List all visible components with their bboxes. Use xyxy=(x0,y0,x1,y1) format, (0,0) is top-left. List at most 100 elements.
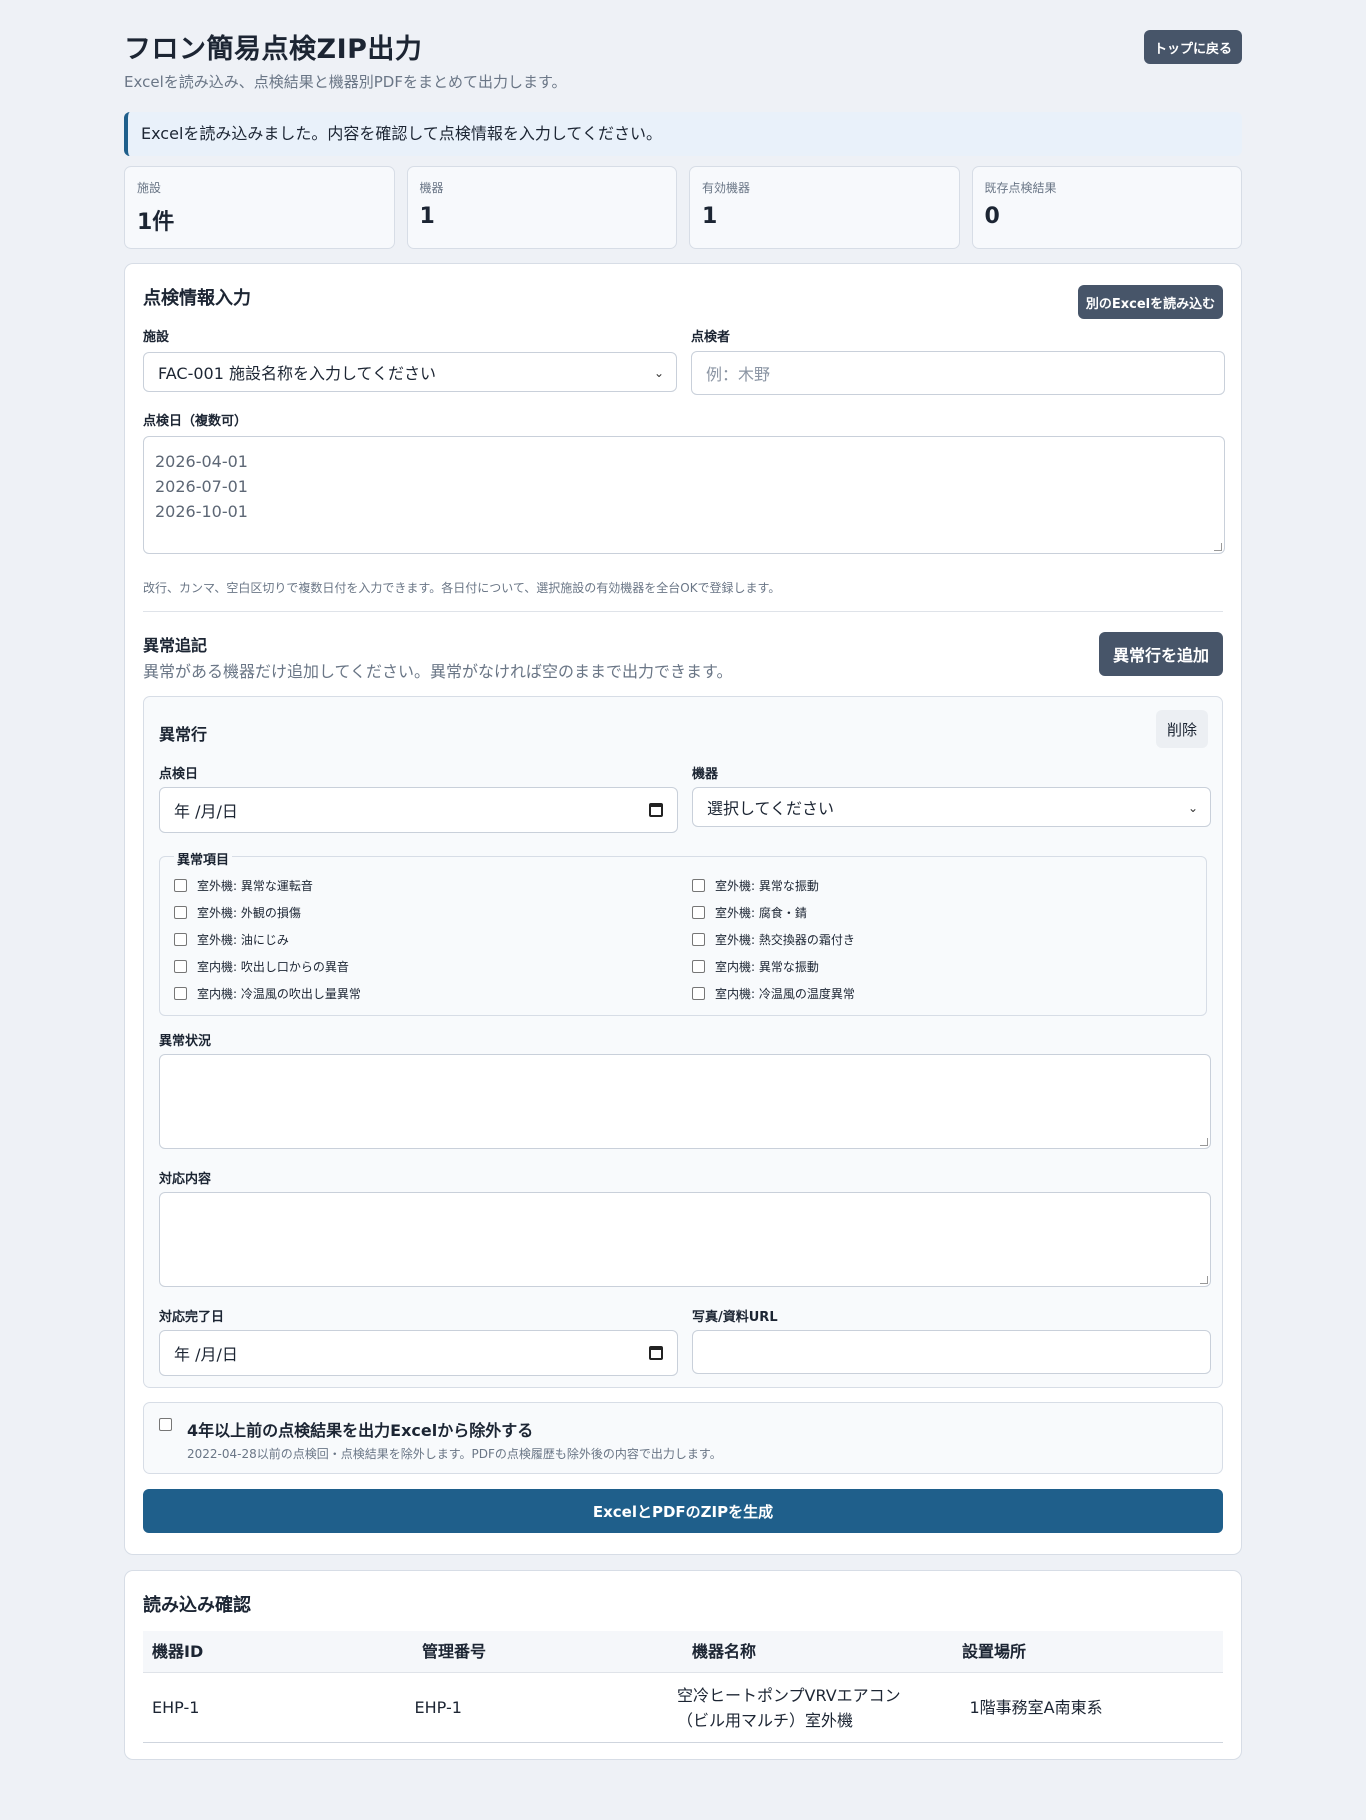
checkbox[interactable] xyxy=(692,960,705,973)
checkbox[interactable] xyxy=(174,906,187,919)
anomaly-status-label: 異常状況 xyxy=(159,1034,212,1049)
stats-row: 施設 1件 機器 1 有効機器 1 既存点検結果 0 xyxy=(124,166,1242,249)
table-cell: 1階事務室A南東系 xyxy=(969,1698,1103,1717)
table-row: EHP-1 EHP-1 空冷ヒートポンプVRVエアコン（ビル用マルチ）室外機 1… xyxy=(143,1673,1223,1743)
devices-table: 機器ID 管理番号 機器名称 設置場所 EHP-1 EHP-1 空冷ヒートポンプ… xyxy=(143,1631,1223,1743)
back-to-top-button[interactable]: トップに戻る xyxy=(1144,30,1242,64)
checkbox[interactable] xyxy=(174,933,187,946)
anomaly-status-textarea[interactable] xyxy=(159,1054,1211,1149)
checkbox[interactable] xyxy=(174,987,187,1000)
checkbox[interactable] xyxy=(692,933,705,946)
anomaly-item-checkbox[interactable]: 室内機: 冷温風の吹出し量異常 xyxy=(174,985,361,1002)
table-cell: EHP-1 xyxy=(152,1698,200,1717)
device-select-value: 選択してください xyxy=(707,799,835,818)
checkbox[interactable] xyxy=(174,960,187,973)
completion-date-label: 対応完了日 xyxy=(159,1310,225,1325)
date-line: 2026-04-01 xyxy=(155,452,248,471)
load-confirm-panel: 読み込み確認 機器ID 管理番号 機器名称 設置場所 EHP-1 EHP-1 空… xyxy=(124,1570,1242,1760)
stat-card-existing-results: 既存点検結果 0 xyxy=(971,166,1242,249)
resize-handle-icon[interactable] xyxy=(1214,543,1222,551)
page-header: フロン簡易点検ZIP出力 Excelを読み込み、点検結果と機器別PDFをまとめて… xyxy=(124,0,1242,112)
exclude-option-desc: 2022-04-28以前の点検回・点検結果を除外します。PDFの点検履歴も除外後… xyxy=(187,1447,722,1461)
facility-select-value: FAC-001 施設名称を入力してください xyxy=(158,364,437,383)
anomaly-item-label: 室外機: 異常な振動 xyxy=(715,879,819,893)
column-header: 機器ID xyxy=(152,1642,204,1661)
anomaly-item-label: 室外機: 腐食・錆 xyxy=(715,906,807,920)
anomaly-date-label: 点検日 xyxy=(159,767,199,782)
anomaly-row-card: 異常行 削除 点検日 年 /月/日 機器 選択してください ⌄ 異常項目 室外機… xyxy=(143,696,1223,1388)
page-subtitle: Excelを読み込み、点検結果と機器別PDFをまとめて出力します。 xyxy=(124,73,567,91)
anomaly-row-title: 異常行 xyxy=(159,725,208,744)
date-line: 2026-10-01 xyxy=(155,502,248,521)
date-line: 2026-07-01 xyxy=(155,477,248,496)
form-title: 点検情報入力 xyxy=(143,288,251,309)
anomaly-date-value: 年 /月/日 xyxy=(174,802,238,821)
stat-value: 1 xyxy=(419,204,435,229)
delete-anomaly-row-button[interactable]: 削除 xyxy=(1156,710,1208,748)
facility-select[interactable]: FAC-001 施設名称を入力してください ⌄ xyxy=(143,352,677,392)
anomaly-date-input[interactable]: 年 /月/日 xyxy=(159,787,678,833)
generate-zip-button[interactable]: ExcelとPDFのZIPを生成 xyxy=(143,1489,1223,1533)
chevron-down-icon: ⌄ xyxy=(1187,801,1198,815)
resize-handle-icon[interactable] xyxy=(1200,1138,1208,1146)
calendar-icon[interactable] xyxy=(649,1346,663,1360)
anomaly-item-label: 室内機: 冷温風の吹出し量異常 xyxy=(197,987,361,1001)
reload-excel-button[interactable]: 別のExcelを読み込む xyxy=(1078,285,1223,319)
photo-url-label: 写真/資料URL xyxy=(692,1310,778,1325)
anomaly-item-checkbox[interactable]: 室内機: 吹出し口からの異音 xyxy=(174,958,349,975)
calendar-icon[interactable] xyxy=(649,803,663,817)
page-container: フロン簡易点検ZIP出力 Excelを読み込み、点検結果と機器別PDFをまとめて… xyxy=(124,0,1242,1760)
stat-value: 1 xyxy=(702,204,718,229)
anomaly-item-checkbox[interactable]: 室外機: 異常な運転音 xyxy=(174,877,313,894)
anomaly-item-checkbox[interactable]: 室外機: 熱交換器の霜付き xyxy=(692,931,855,948)
exclude-old-results-checkbox[interactable] xyxy=(159,1418,172,1431)
checkbox[interactable] xyxy=(692,906,705,919)
dates-label: 点検日（複数可） xyxy=(143,414,248,429)
photo-url-input[interactable] xyxy=(692,1330,1211,1374)
anomaly-item-label: 室内機: 異常な振動 xyxy=(715,960,819,974)
anomaly-item-checkbox[interactable]: 室外機: 異常な振動 xyxy=(692,877,819,894)
anomaly-item-label: 室内機: 冷温風の温度異常 xyxy=(715,987,855,1001)
anomaly-item-checkbox[interactable]: 室外機: 腐食・錆 xyxy=(692,904,807,921)
action-textarea[interactable] xyxy=(159,1192,1211,1287)
inspector-placeholder: 例：木野 xyxy=(706,365,771,384)
anomaly-item-label: 室外機: 外観の損傷 xyxy=(197,906,301,920)
stat-card-devices: 機器 1 xyxy=(406,166,677,249)
anomaly-item-checkbox[interactable]: 室外機: 外観の損傷 xyxy=(174,904,301,921)
checkbox[interactable] xyxy=(174,879,187,892)
device-select[interactable]: 選択してください ⌄ xyxy=(692,787,1211,827)
stat-label: 既存点検結果 xyxy=(984,181,1057,195)
stat-label: 機器 xyxy=(419,181,444,195)
dates-hint: 改行、カンマ、空白区切りで複数日付を入力できます。各日付について、選択施設の有効… xyxy=(143,581,781,595)
column-header: 管理番号 xyxy=(422,1642,487,1661)
checkbox[interactable] xyxy=(692,987,705,1000)
anomaly-item-checkbox[interactable]: 室内機: 異常な振動 xyxy=(692,958,819,975)
inspector-input[interactable]: 例：木野 xyxy=(691,351,1225,395)
facility-label: 施設 xyxy=(143,330,170,345)
anomaly-item-label: 室外機: 異常な運転音 xyxy=(197,879,313,893)
stat-label: 施設 xyxy=(137,181,162,195)
checkbox[interactable] xyxy=(692,879,705,892)
anomaly-item-label: 室内機: 吹出し口からの異音 xyxy=(197,960,349,974)
stat-label: 有効機器 xyxy=(702,181,751,195)
anomaly-items-legend: 異常項目 xyxy=(174,849,233,868)
status-notice: Excelを読み込みました。内容を確認して点検情報を入力してください。 xyxy=(124,112,1242,156)
completion-date-value: 年 /月/日 xyxy=(174,1345,238,1364)
table-header: 機器ID 管理番号 機器名称 設置場所 xyxy=(143,1631,1223,1673)
anomaly-item-checkbox[interactable]: 室外機: 油にじみ xyxy=(174,931,289,948)
page-title: フロン簡易点検ZIP出力 xyxy=(124,34,423,65)
stat-value: 0 xyxy=(984,204,1000,229)
completion-date-input[interactable]: 年 /月/日 xyxy=(159,1330,678,1376)
table-cell: EHP-1 xyxy=(414,1698,462,1717)
exclude-option-title: 4年以上前の点検結果を出力Excelから除外する xyxy=(187,1421,534,1440)
anomaly-item-checkbox[interactable]: 室内機: 冷温風の温度異常 xyxy=(692,985,855,1002)
resize-handle-icon[interactable] xyxy=(1200,1276,1208,1284)
inspector-label: 点検者 xyxy=(691,330,731,345)
inspection-form-panel: 点検情報入力 別のExcelを読み込む 施設 FAC-001 施設名称を入力して… xyxy=(124,263,1242,1555)
inspection-dates-textarea[interactable]: 2026-04-01 2026-07-01 2026-10-01 xyxy=(143,436,1225,554)
section-divider xyxy=(143,611,1223,612)
anomaly-item-label: 室外機: 油にじみ xyxy=(197,933,289,947)
exclude-old-results-option[interactable]: 4年以上前の点検結果を出力Excelから除外する 2022-04-28以前の点検… xyxy=(143,1402,1223,1474)
add-anomaly-row-button[interactable]: 異常行を追加 xyxy=(1099,632,1223,676)
action-label: 対応内容 xyxy=(159,1172,212,1187)
